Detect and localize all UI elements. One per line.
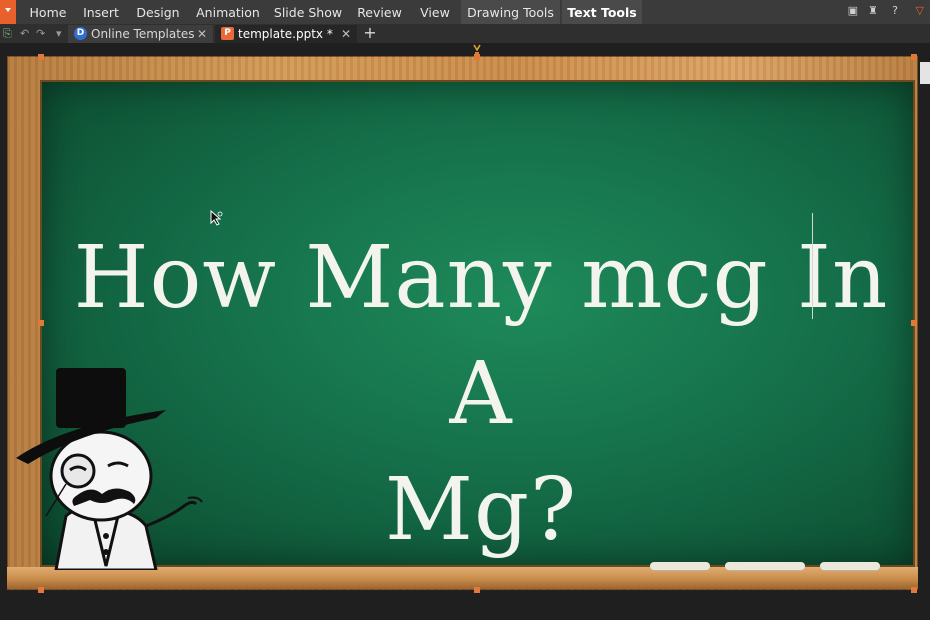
close-tab-icon[interactable]: ✕ [197,25,207,43]
app-menu-button[interactable] [0,0,16,24]
tab-bar: ⎘ ↶ ↷ ▾ D Online Templates ✕ P template.… [0,24,930,43]
skin-icon[interactable]: ♜ [868,2,878,20]
tab-label: template.pptx * [238,27,333,41]
quick-access-dropdown-icon[interactable]: ▾ [56,24,62,43]
menu-home[interactable]: Home [22,0,74,24]
resize-handle[interactable] [38,587,44,593]
online-templates-icon: D [74,27,87,40]
scrollbar[interactable] [920,62,930,84]
menu-animation[interactable]: Animation [191,0,265,24]
chalkboard-ledge [7,567,918,589]
resize-handle[interactable] [911,320,917,326]
save-icon[interactable]: ⎘ [3,24,12,43]
tab-online-templates[interactable]: D Online Templates ✕ [68,25,213,43]
resize-handle[interactable] [474,587,480,593]
menu-view[interactable]: View [413,0,457,24]
resize-handle[interactable] [911,587,917,593]
resize-handle[interactable] [474,54,480,60]
menu-bar: Home Insert Design Animation Slide Show … [0,0,930,35]
text-caret [812,213,813,319]
menu-drawing-tools[interactable]: Drawing Tools [461,0,560,24]
menu-slide-show[interactable]: Slide Show [270,0,346,24]
redo-icon[interactable]: ↷ [36,24,45,43]
menu-text-tools[interactable]: Text Tools [562,0,642,24]
resize-handle[interactable] [911,54,917,60]
undo-icon[interactable]: ↶ [20,24,29,43]
layout-icon[interactable]: ▣ [848,2,858,20]
gentleman-meme-illustration [16,368,203,570]
close-tab-icon[interactable]: ✕ [341,25,351,43]
plus-icon[interactable]: + [362,24,378,43]
tab-template-pptx[interactable]: P template.pptx * ✕ [215,25,357,43]
menu-review[interactable]: Review [352,0,407,24]
presentation-file-icon: P [221,27,234,40]
collapse-icon[interactable]: ▽ [916,2,924,20]
menu-insert[interactable]: Insert [76,0,126,24]
app-menu-icon [5,8,11,12]
menu-design[interactable]: Design [130,0,186,24]
resize-handle[interactable] [38,320,44,326]
resize-handle[interactable] [38,54,44,60]
tab-label: Online Templates [91,27,195,41]
mouse-cursor-icon [210,210,223,226]
